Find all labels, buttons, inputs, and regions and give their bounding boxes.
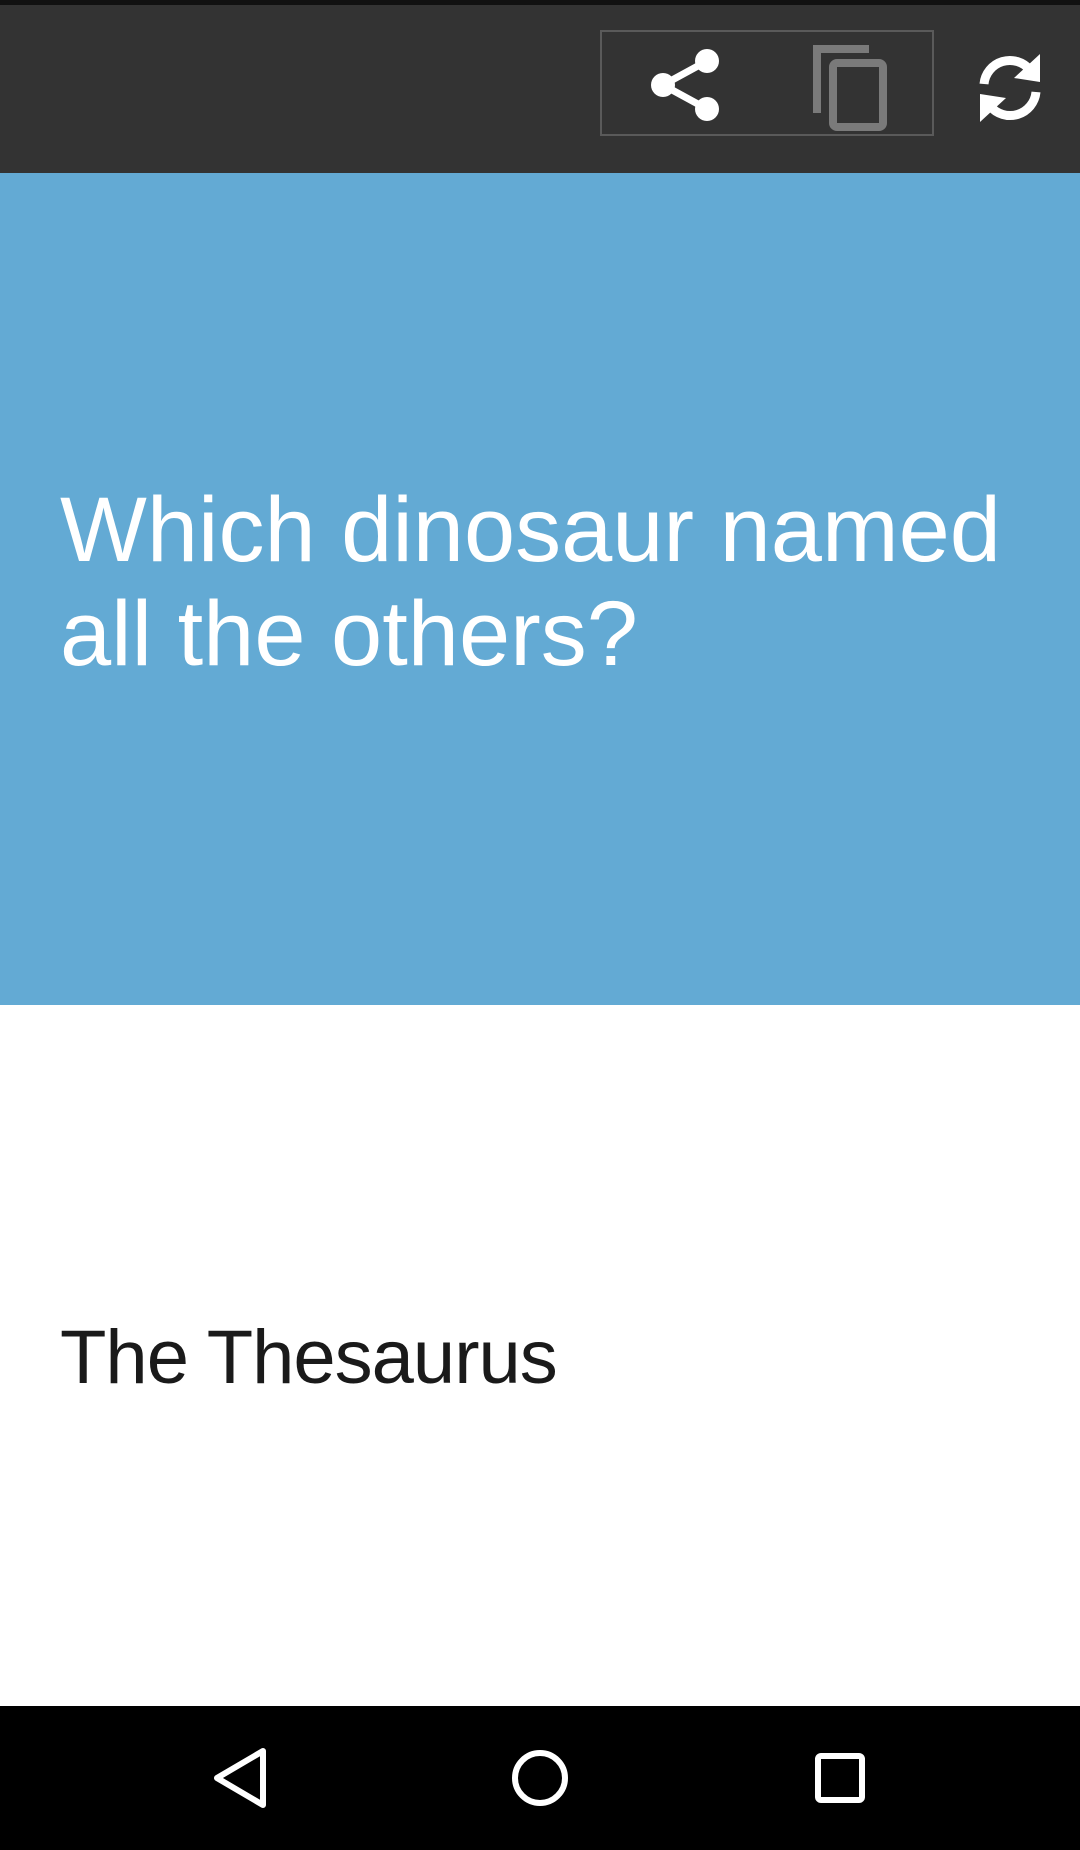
home-icon	[512, 1750, 568, 1806]
share-icon	[651, 49, 719, 121]
recents-icon	[815, 1753, 865, 1803]
share-button[interactable]	[640, 40, 730, 130]
nav-back-button[interactable]	[190, 1728, 290, 1828]
system-nav-bar	[0, 1706, 1080, 1850]
nav-home-button[interactable]	[490, 1728, 590, 1828]
answer-text: The Thesaurus	[60, 1315, 558, 1400]
copy-button[interactable]	[806, 40, 896, 136]
copy-icon	[813, 45, 887, 131]
nav-recents-button[interactable]	[790, 1728, 890, 1828]
refresh-icon	[979, 54, 1041, 122]
refresh-button[interactable]	[962, 40, 1058, 136]
question-text: Which dinosaur named all the others?	[60, 479, 1001, 685]
back-icon	[214, 1748, 266, 1808]
question-panel: Which dinosaur named all the others?	[0, 173, 1080, 1005]
